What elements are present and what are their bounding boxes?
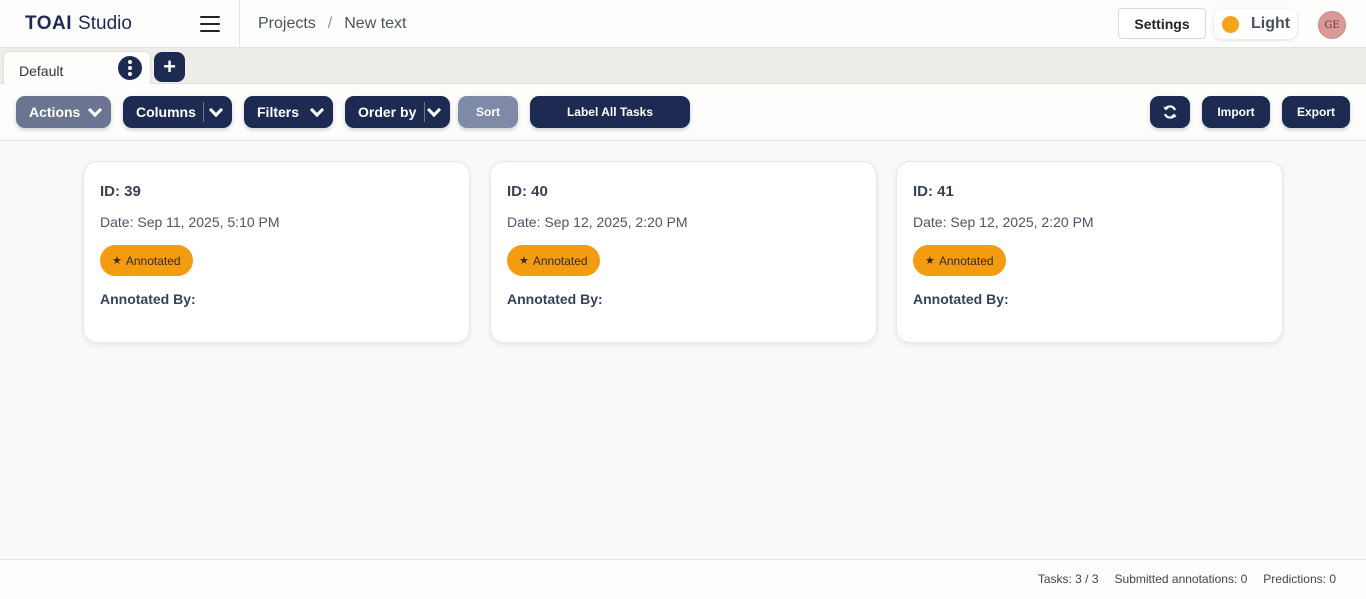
- breadcrumb: Projects / New text: [258, 15, 407, 33]
- status-badge: ★ Annotated: [100, 245, 193, 276]
- import-button[interactable]: Import: [1202, 96, 1270, 128]
- task-date: Date: Sep 12, 2025, 2:20 PM: [913, 214, 1094, 230]
- sort-button[interactable]: Sort: [458, 96, 518, 128]
- tabs-bar: Default: [0, 48, 1366, 85]
- task-id: ID: 41: [913, 183, 954, 200]
- badge-label: Annotated: [532, 253, 588, 268]
- tasks-count: Tasks: 3 / 3: [1037, 572, 1099, 586]
- dropdown-divider: [203, 102, 204, 122]
- add-tab-button[interactable]: +: [154, 52, 185, 82]
- theme-toggle[interactable]: Light: [1214, 9, 1297, 39]
- badge-label: Annotated: [938, 253, 994, 268]
- refresh-button[interactable]: [1150, 96, 1190, 128]
- columns-button[interactable]: Columns: [123, 96, 232, 128]
- logo-mark: TOAI: [25, 13, 73, 34]
- top-header: TOAI Studio Projects / New text Settings…: [0, 0, 1366, 48]
- chevron-down-icon: [209, 105, 223, 119]
- actions-label: Actions: [29, 104, 81, 120]
- footer: Tasks: 3 / 3 Submitted annotations: 0 Pr…: [0, 559, 1366, 599]
- theme-label: Light: [1251, 15, 1291, 32]
- menu-icon[interactable]: [200, 16, 220, 32]
- footer-stats: Tasks: 3 / 3 Submitted annotations: 0 Pr…: [1038, 572, 1336, 586]
- annotated-by: Annotated By:: [913, 291, 1009, 307]
- status-badge: ★ Annotated: [913, 245, 1006, 276]
- chevron-down-icon: [310, 105, 324, 119]
- annotated-by: Annotated By:: [100, 291, 196, 307]
- export-button[interactable]: Export: [1282, 96, 1350, 128]
- task-id: ID: 39: [100, 183, 141, 200]
- task-card[interactable]: ID: 39 Date: Sep 11, 2025, 5:10 PM ★ Ann…: [83, 161, 470, 343]
- columns-label: Columns: [136, 104, 196, 120]
- task-card[interactable]: ID: 41 Date: Sep 12, 2025, 2:20 PM ★ Ann…: [896, 161, 1283, 343]
- actions-button[interactable]: Actions: [16, 96, 111, 128]
- predictions-count: Predictions: 0: [1263, 572, 1336, 586]
- vertical-dots-icon[interactable]: [118, 56, 142, 80]
- badge-label: Annotated: [125, 253, 181, 268]
- task-id: ID: 40: [507, 183, 548, 200]
- annotated-by: Annotated By:: [507, 291, 603, 307]
- header-divider: [239, 0, 240, 47]
- order-by-button[interactable]: Order by: [345, 96, 450, 128]
- filters-button[interactable]: Filters: [244, 96, 333, 128]
- star-icon: ★: [112, 255, 122, 267]
- app-logo[interactable]: TOAI Studio: [25, 12, 132, 36]
- status-badge: ★ Annotated: [507, 245, 600, 276]
- star-icon: ★: [519, 255, 529, 267]
- breadcrumb-projects[interactable]: Projects: [258, 15, 316, 33]
- order-label: Order by: [358, 104, 417, 120]
- dropdown-divider: [424, 102, 425, 122]
- chevron-down-icon: [427, 105, 441, 119]
- submitted-count: Submitted annotations: 0: [1114, 572, 1248, 586]
- filters-label: Filters: [257, 104, 300, 120]
- settings-button[interactable]: Settings: [1118, 8, 1206, 39]
- sun-icon: [1222, 15, 1239, 33]
- task-date: Date: Sep 11, 2025, 5:10 PM: [100, 214, 280, 230]
- breadcrumb-separator: /: [327, 15, 333, 32]
- tab-label: Default: [19, 63, 64, 79]
- chevron-down-icon: [88, 105, 102, 119]
- task-card[interactable]: ID: 40 Date: Sep 12, 2025, 2:20 PM ★ Ann…: [490, 161, 877, 343]
- star-icon: ★: [925, 255, 935, 267]
- refresh-icon: [1163, 105, 1177, 119]
- avatar[interactable]: GE: [1318, 11, 1346, 39]
- label-all-tasks-button[interactable]: Label All Tasks: [530, 96, 690, 128]
- breadcrumb-current: New text: [344, 15, 407, 32]
- task-date: Date: Sep 12, 2025, 2:20 PM: [507, 214, 688, 230]
- logo-word: Studio: [78, 13, 132, 34]
